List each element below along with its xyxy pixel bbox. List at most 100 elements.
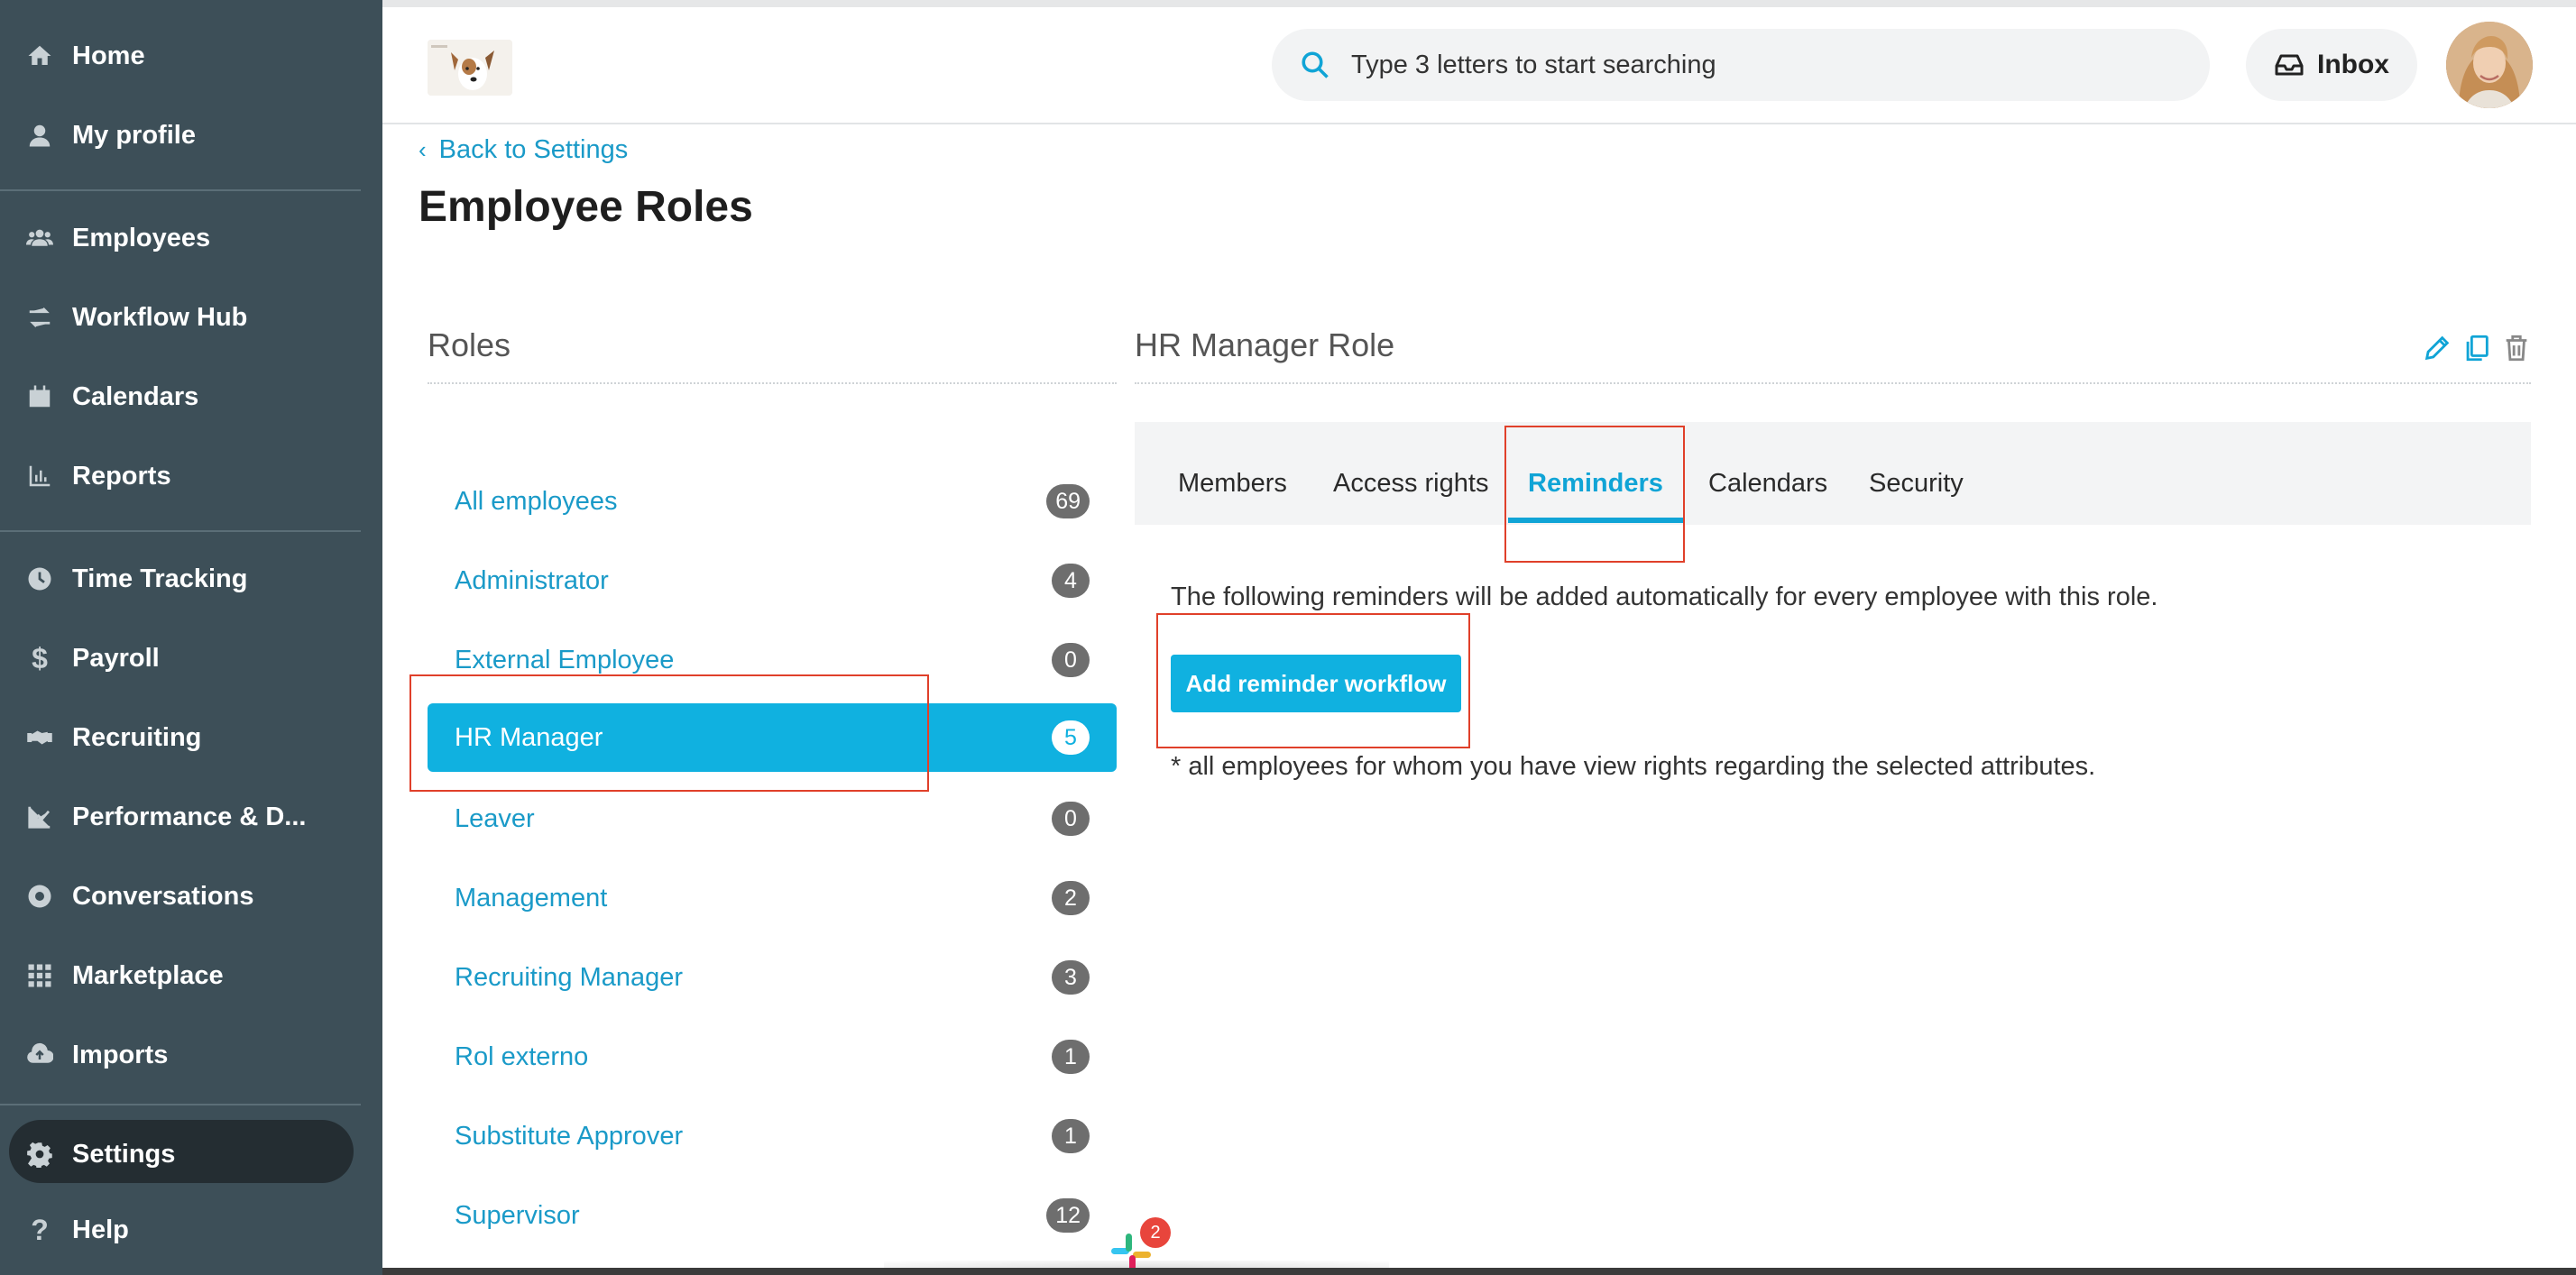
role-tabs: Members Access rights Reminders Calendar… <box>1135 422 2531 525</box>
chevron-left-icon: ‹ <box>419 136 427 163</box>
sidebar-divider <box>0 530 361 532</box>
sidebar-item-my-profile[interactable]: My profile <box>0 96 382 175</box>
role-count-badge: 69 <box>1046 484 1090 518</box>
sidebar-item-label: Reports <box>72 461 171 491</box>
sidebar-item-recruiting[interactable]: Recruiting <box>0 698 382 777</box>
role-name: External Employee <box>455 645 675 674</box>
role-detail-title: HR Manager Role <box>1135 326 1395 363</box>
sidebar-item-label: Payroll <box>72 643 160 673</box>
sidebar-item-imports[interactable]: Imports <box>0 1015 382 1095</box>
role-name: All employees <box>455 486 618 516</box>
sidebar-item-label: My profile <box>72 120 196 150</box>
workflow-icon <box>23 301 56 334</box>
people-icon <box>23 222 56 254</box>
search-placeholder: Type 3 letters to start searching <box>1351 50 1716 79</box>
search-icon <box>1299 49 1331 81</box>
sidebar-item-label: Recruiting <box>72 722 202 752</box>
page-title: Employee Roles <box>419 183 753 231</box>
sidebar-item-help[interactable]: ? Help <box>0 1190 382 1270</box>
sidebar-divider <box>0 189 361 191</box>
sidebar-item-reports[interactable]: Reports <box>0 436 382 516</box>
role-item-recruiting-manager[interactable]: Recruiting Manager 3 <box>428 943 1117 1012</box>
view-rights-note: * all employees for whom you have view r… <box>1171 752 2096 781</box>
sidebar-item-label: Conversations <box>72 881 254 911</box>
role-name: Recruiting Manager <box>455 962 684 992</box>
sidebar-item-employees[interactable]: Employees <box>0 198 382 278</box>
sidebar-item-payroll[interactable]: $ Payroll <box>0 619 382 698</box>
back-to-settings-link[interactable]: ‹ Back to Settings <box>419 135 628 165</box>
role-toolbar <box>2421 330 2533 366</box>
avatar[interactable] <box>2446 22 2533 108</box>
clock-icon <box>23 563 56 595</box>
sidebar-item-workflow-hub[interactable]: Workflow Hub <box>0 278 382 357</box>
home-icon <box>23 40 56 72</box>
tab-calendars[interactable]: Calendars <box>1708 469 1827 499</box>
role-item-rol-externo[interactable]: Rol externo 1 <box>428 1023 1117 1091</box>
role-item-management[interactable]: Management 2 <box>428 864 1117 932</box>
sidebar-item-label: Time Tracking <box>72 564 248 593</box>
gear-icon <box>23 1138 56 1170</box>
sidebar-divider <box>0 1104 361 1105</box>
role-count-badge: 0 <box>1052 643 1090 677</box>
sidebar: Home My profile Employees Workflow Hub C… <box>0 0 382 1275</box>
role-item-all-employees[interactable]: All employees 69 <box>428 467 1117 536</box>
highlight-box-reminders-tab <box>1504 426 1685 563</box>
sidebar-item-calendars[interactable]: Calendars <box>0 357 382 436</box>
inbox-button[interactable]: Inbox <box>2246 29 2417 101</box>
role-count-badge: 3 <box>1052 960 1090 995</box>
role-item-leaver[interactable]: Leaver 0 <box>428 784 1117 853</box>
inbox-label: Inbox <box>2317 50 2389 79</box>
role-item-supervisor[interactable]: Supervisor 12 <box>428 1181 1117 1250</box>
divider <box>1135 382 2531 384</box>
sidebar-item-label: Help <box>72 1215 129 1244</box>
divider <box>428 382 1117 384</box>
role-name: Leaver <box>455 803 535 833</box>
tab-members[interactable]: Members <box>1178 469 1287 499</box>
sidebar-item-label: Performance & D... <box>72 802 307 831</box>
role-count-badge: 4 <box>1052 564 1090 598</box>
role-count-badge: 12 <box>1046 1198 1090 1233</box>
sidebar-item-conversations[interactable]: Conversations <box>0 857 382 936</box>
copy-icon[interactable] <box>2461 330 2493 366</box>
handshake-icon <box>23 721 56 754</box>
grid-icon <box>23 959 56 992</box>
search-input[interactable]: Type 3 letters to start searching <box>1272 29 2210 101</box>
role-item-substitute-approver[interactable]: Substitute Approver 1 <box>428 1102 1117 1170</box>
inbox-icon <box>2275 54 2304 76</box>
sidebar-item-label: Marketplace <box>72 960 224 990</box>
tab-access-rights[interactable]: Access rights <box>1333 469 1488 499</box>
sidebar-item-performance[interactable]: Performance & D... <box>0 777 382 857</box>
dollar-icon: $ <box>32 641 48 674</box>
highlight-box-hr-manager <box>409 674 929 792</box>
role-count-badge: 2 <box>1052 881 1090 915</box>
role-name: Substitute Approver <box>455 1121 684 1151</box>
role-name: Supervisor <box>455 1200 580 1230</box>
sidebar-item-label: Employees <box>72 223 211 252</box>
sidebar-item-marketplace[interactable]: Marketplace <box>0 936 382 1015</box>
reminders-description: The following reminders will be added au… <box>1171 582 2158 611</box>
user-icon <box>23 119 56 151</box>
sidebar-item-label: Workflow Hub <box>72 302 248 332</box>
sidebar-item-time-tracking[interactable]: Time Tracking <box>0 539 382 619</box>
sidebar-item-label: Imports <box>72 1040 169 1069</box>
sidebar-item-label: Home <box>72 41 145 70</box>
company-logo[interactable] <box>428 40 512 96</box>
back-label: Back to Settings <box>438 135 629 164</box>
window-bottom-edge <box>382 1268 2576 1275</box>
role-item-administrator[interactable]: Administrator 4 <box>428 546 1117 615</box>
notification-badge: 2 <box>1140 1217 1171 1248</box>
edit-pencil-icon[interactable] <box>2421 330 2453 366</box>
role-name: Rol externo <box>455 1041 589 1071</box>
tab-security[interactable]: Security <box>1869 469 1964 499</box>
calendar-icon <box>23 381 56 413</box>
sidebar-item-settings[interactable]: Settings <box>0 1114 382 1194</box>
role-count-badge: 0 <box>1052 802 1090 836</box>
role-count-badge: 1 <box>1052 1119 1090 1153</box>
sidebar-item-home[interactable]: Home <box>0 16 382 96</box>
sidebar-item-label: Settings <box>72 1139 176 1169</box>
active-pill <box>9 1120 354 1183</box>
role-name: Administrator <box>455 565 609 595</box>
role-name: Management <box>455 883 608 913</box>
trend-icon <box>23 801 56 833</box>
trash-icon[interactable] <box>2500 330 2533 366</box>
